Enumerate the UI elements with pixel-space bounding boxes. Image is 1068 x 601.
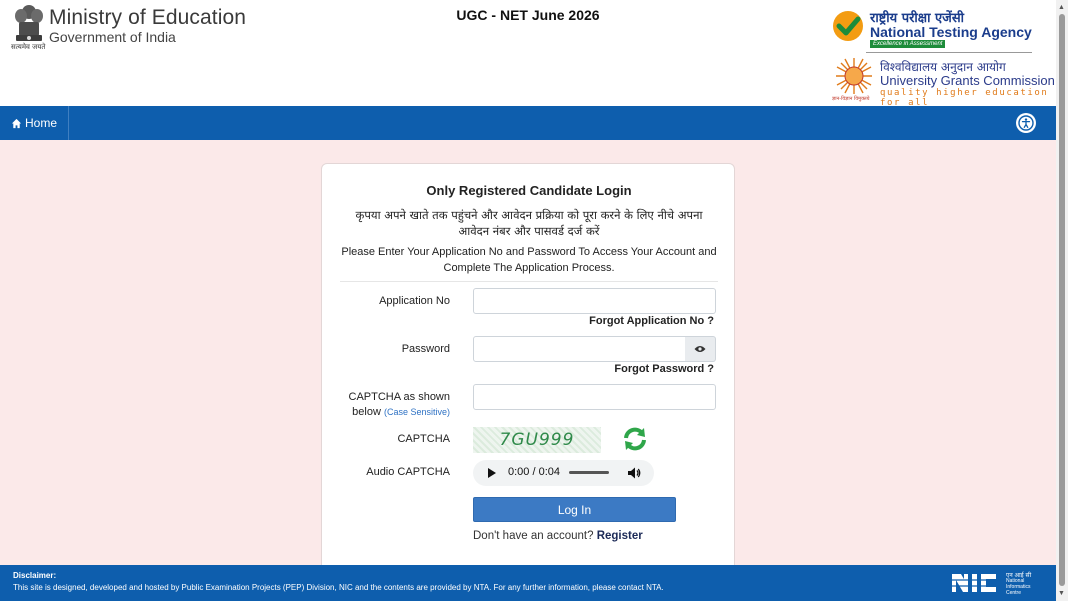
site-footer: Disclaimer: This site is designed, devel… (0, 565, 1056, 601)
nta-english-name: National Testing Agency (870, 24, 1032, 40)
disclaimer-title: Disclaimer: (13, 571, 57, 580)
captcha-input[interactable] (473, 384, 716, 410)
play-icon[interactable] (488, 468, 496, 478)
ugc-tagline: quality higher education for all (880, 88, 1049, 108)
ugc-logo-icon (836, 58, 872, 94)
scroll-down-icon[interactable]: ▼ (1058, 590, 1065, 597)
register-prompt: Don't have an account? Register (473, 530, 643, 542)
captcha-image: 7GU999 (473, 427, 601, 453)
ugc-motto: ज्ञान-विज्ञान विमुक्तये (832, 96, 870, 102)
hindi-instruction: कृपया अपने खाते तक पहुंचने और आवेदन प्रक… (355, 208, 703, 238)
forgot-password-link[interactable]: Forgot Password ? (614, 363, 714, 375)
accessibility-icon (1018, 115, 1034, 131)
nta-logo-icon (833, 11, 863, 41)
audio-captcha-player: 0:00 / 0:04 (473, 460, 654, 486)
accessibility-button[interactable] (1016, 113, 1036, 133)
scroll-up-icon[interactable]: ▲ (1058, 4, 1065, 11)
site-header: सत्यमेव जयते Ministry of Education Gover… (0, 0, 1056, 108)
exam-title: UGC - NET June 2026 (456, 7, 600, 23)
nic-logo-icon (952, 574, 1002, 592)
eye-icon (694, 346, 706, 352)
disclaimer-text: This site is designed, developed and hos… (13, 583, 664, 592)
captcha-label: CAPTCHA (397, 433, 450, 445)
password-input[interactable] (473, 336, 686, 362)
toggle-password-button[interactable] (685, 336, 716, 362)
logo-divider (866, 52, 1032, 53)
application-no-input[interactable] (473, 288, 716, 314)
ministry-title: Ministry of Education (49, 6, 247, 29)
login-title: Only Registered Candidate Login (426, 183, 632, 198)
audio-captcha-label: Audio CAPTCHA (366, 466, 450, 478)
ugc-english-name: University Grants Commission (880, 73, 1055, 88)
captcha-input-label: CAPTCHA as shown below (Case Sensitive) (340, 390, 450, 420)
captcha-text: 7GU999 (499, 430, 575, 450)
nta-tagline: Excellence in Assessment (870, 40, 946, 48)
audio-time: 0:00 / 0:04 (508, 466, 560, 478)
nav-home-label: Home (24, 116, 57, 130)
page-scrollbar[interactable]: ▲ ▼ (1056, 0, 1068, 601)
card-divider (340, 281, 718, 282)
emblem-motto: सत्यमेव जयते (11, 43, 46, 51)
home-icon (11, 118, 22, 128)
nav-home-link[interactable]: Home (0, 106, 69, 140)
refresh-captcha-icon[interactable] (622, 426, 648, 452)
audio-progress-slider[interactable] (569, 471, 609, 474)
login-card: Only Registered Candidate Login कृपया अप… (321, 163, 735, 583)
nic-english-name: National Informatics Centre (1006, 578, 1031, 596)
password-label: Password (401, 343, 450, 355)
application-no-label: Application No (379, 295, 450, 307)
english-instruction: Please Enter Your Application No and Pas… (341, 246, 717, 274)
scrollbar-thumb[interactable] (1059, 14, 1065, 586)
case-sensitive-note: (Case Sensitive) (383, 407, 450, 417)
no-account-text: Don't have an account? (473, 530, 594, 542)
forgot-application-no-link[interactable]: Forgot Application No ? (589, 315, 714, 327)
volume-icon[interactable] (627, 466, 641, 480)
login-button[interactable]: Log In (473, 497, 676, 522)
register-link[interactable]: Register (597, 530, 643, 542)
main-navbar: Home (0, 106, 1056, 140)
ministry-subtitle: Government of India (49, 29, 176, 45)
